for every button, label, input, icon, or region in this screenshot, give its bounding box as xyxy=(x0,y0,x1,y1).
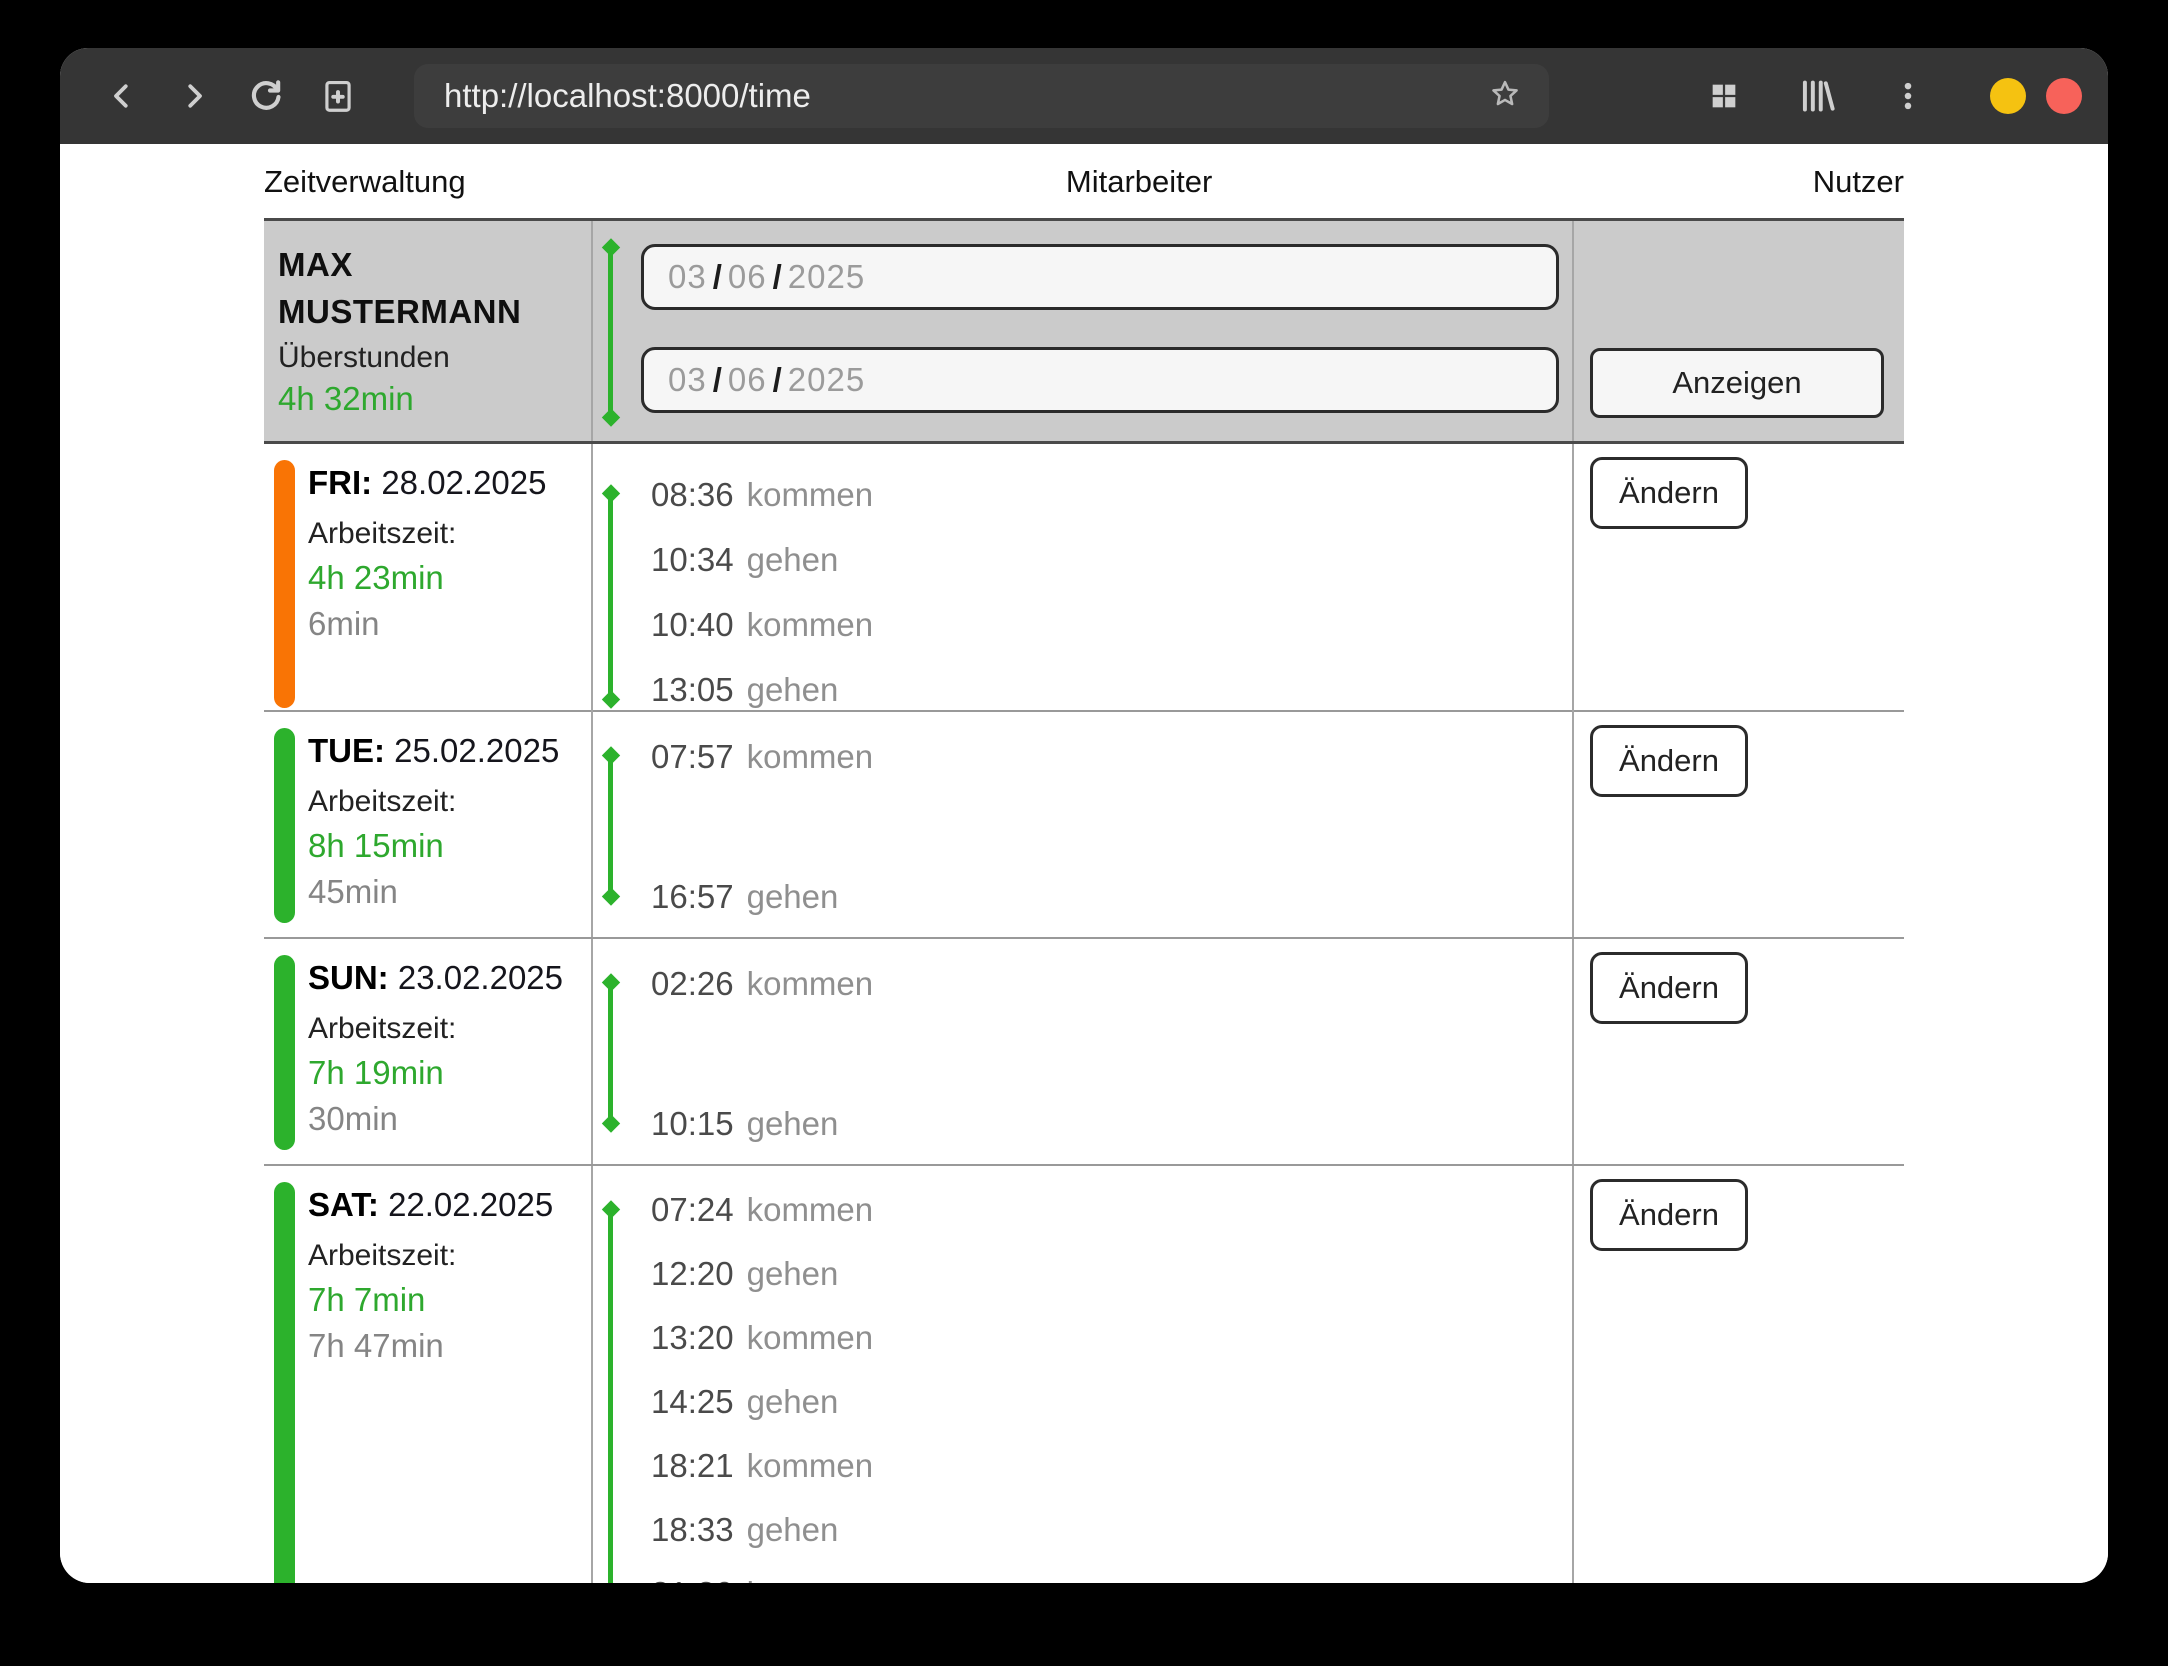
time-entry: 16:57gehen xyxy=(651,864,1572,929)
time-entry: 10:40kommen xyxy=(651,592,1572,657)
browser-window: http://localhost:8000/time xyxy=(60,48,2108,1583)
chevron-left-icon xyxy=(104,78,140,114)
time-entry: 13:20kommen xyxy=(651,1306,1572,1370)
menu-button[interactable] xyxy=(1872,60,1944,132)
nav-mitarbeiter[interactable]: Mitarbeiter xyxy=(1066,164,1212,200)
time-entries: 02:26kommen 10:15gehen xyxy=(651,939,1572,1164)
aendern-button[interactable]: Ändern xyxy=(1590,1179,1748,1251)
worktime-value: 8h 15min xyxy=(308,827,581,865)
worktime-label: Arbeitszeit: xyxy=(308,517,581,551)
day-status-bar xyxy=(274,460,295,708)
timeline-line xyxy=(608,756,613,896)
library-icon xyxy=(1797,77,1835,115)
time-entry: 10:15gehen xyxy=(651,1091,1572,1156)
day-status-bar xyxy=(274,955,295,1150)
day-status-bar xyxy=(274,1182,295,1583)
chevron-right-icon xyxy=(176,78,212,114)
time-entry: 08:36kommen xyxy=(651,462,1572,527)
day-title: SAT: 22.02.2025 xyxy=(308,1186,581,1224)
overtime-label: Überstunden xyxy=(278,341,581,375)
worktime-value: 7h 19min xyxy=(308,1054,581,1092)
bookmark-button[interactable] xyxy=(1481,72,1529,120)
time-entry: 14:25gehen xyxy=(651,1370,1572,1434)
page-nav: Zeitverwaltung Mitarbeiter Nutzer xyxy=(264,144,1904,218)
time-entry: 18:33gehen xyxy=(651,1498,1572,1562)
pause-value: 30min xyxy=(308,1100,581,1138)
new-tab-button[interactable] xyxy=(302,60,374,132)
day-row-sun: SUN: 23.02.2025 Arbeitszeit: 7h 19min 30… xyxy=(264,939,1904,1166)
worktime-label: Arbeitszeit: xyxy=(308,1012,581,1046)
kebab-menu-icon xyxy=(1891,79,1925,113)
pause-value: 45min xyxy=(308,873,581,911)
day-status-bar xyxy=(274,728,295,923)
time-entry: 07:24kommen xyxy=(651,1178,1572,1242)
aendern-button[interactable]: Ändern xyxy=(1590,457,1748,529)
aendern-button[interactable]: Ändern xyxy=(1590,952,1748,1024)
date-from-input[interactable]: 03/06/2025 xyxy=(641,244,1559,310)
time-entry: 18:21kommen xyxy=(651,1434,1572,1498)
tab-overview-button[interactable] xyxy=(1688,60,1760,132)
time-entries: 07:57kommen 16:57gehen xyxy=(651,712,1572,937)
summary-block: MAX MUSTERMANN Überstunden 4h 32min 03/0… xyxy=(264,218,1904,444)
date-to-input[interactable]: 03/06/2025 xyxy=(641,347,1559,413)
url-bar[interactable]: http://localhost:8000/time xyxy=(414,64,1549,128)
library-button[interactable] xyxy=(1780,60,1852,132)
reload-icon xyxy=(246,76,286,116)
worktime-value: 7h 7min xyxy=(308,1281,581,1319)
anzeigen-button[interactable]: Anzeigen xyxy=(1590,348,1884,418)
pause-value: 7h 47min xyxy=(308,1327,581,1365)
page-content: Zeitverwaltung Mitarbeiter Nutzer MAX MU… xyxy=(60,144,2108,1583)
nav-zeitverwaltung[interactable]: Zeitverwaltung xyxy=(264,164,466,200)
timeline-line xyxy=(608,983,613,1123)
tab-grid-icon xyxy=(1707,79,1741,113)
timeline-line xyxy=(608,1210,613,1583)
time-entry: 10:34gehen xyxy=(651,527,1572,592)
reload-button[interactable] xyxy=(230,60,302,132)
day-title: FRI: 28.02.2025 xyxy=(308,464,581,502)
employee-name: MAX MUSTERMANN xyxy=(278,241,581,335)
browser-toolbar: http://localhost:8000/time xyxy=(60,48,2108,144)
day-row-sat: SAT: 22.02.2025 Arbeitszeit: 7h 7min 7h … xyxy=(264,1166,1904,1583)
minimize-window-button[interactable] xyxy=(1990,78,2026,114)
day-title: SUN: 23.02.2025 xyxy=(308,959,581,997)
forward-button[interactable] xyxy=(158,60,230,132)
day-title: TUE: 25.02.2025 xyxy=(308,732,581,770)
time-entries: 07:24kommen 12:20gehen 13:20kommen 14:25… xyxy=(651,1166,1572,1583)
day-row-fri: FRI: 28.02.2025 Arbeitszeit: 4h 23min 6m… xyxy=(264,444,1904,712)
nav-nutzer[interactable]: Nutzer xyxy=(1813,164,1904,200)
time-entry: 21:30kommen xyxy=(651,1562,1572,1583)
toolbar-right-group xyxy=(1688,60,2082,132)
back-button[interactable] xyxy=(86,60,158,132)
timeline-line xyxy=(608,494,613,699)
worktime-label: Arbeitszeit: xyxy=(308,1239,581,1273)
star-icon xyxy=(1487,77,1523,116)
time-entry: 07:57kommen xyxy=(651,724,1572,789)
time-entry: 12:20gehen xyxy=(651,1242,1572,1306)
aendern-button[interactable]: Ändern xyxy=(1590,725,1748,797)
worktime-value: 4h 23min xyxy=(308,559,581,597)
new-tab-icon xyxy=(319,77,357,115)
day-row-tue: TUE: 25.02.2025 Arbeitszeit: 8h 15min 45… xyxy=(264,712,1904,939)
url-text: http://localhost:8000/time xyxy=(444,77,811,115)
time-entries: 08:36kommen 10:34gehen 10:40kommen 13:05… xyxy=(651,444,1572,722)
date-range-timeline xyxy=(608,248,613,417)
pause-value: 6min xyxy=(308,605,581,643)
time-entry: 02:26kommen xyxy=(651,951,1572,1016)
worktime-label: Arbeitszeit: xyxy=(308,785,581,819)
close-window-button[interactable] xyxy=(2046,78,2082,114)
overtime-value: 4h 32min xyxy=(278,380,581,418)
